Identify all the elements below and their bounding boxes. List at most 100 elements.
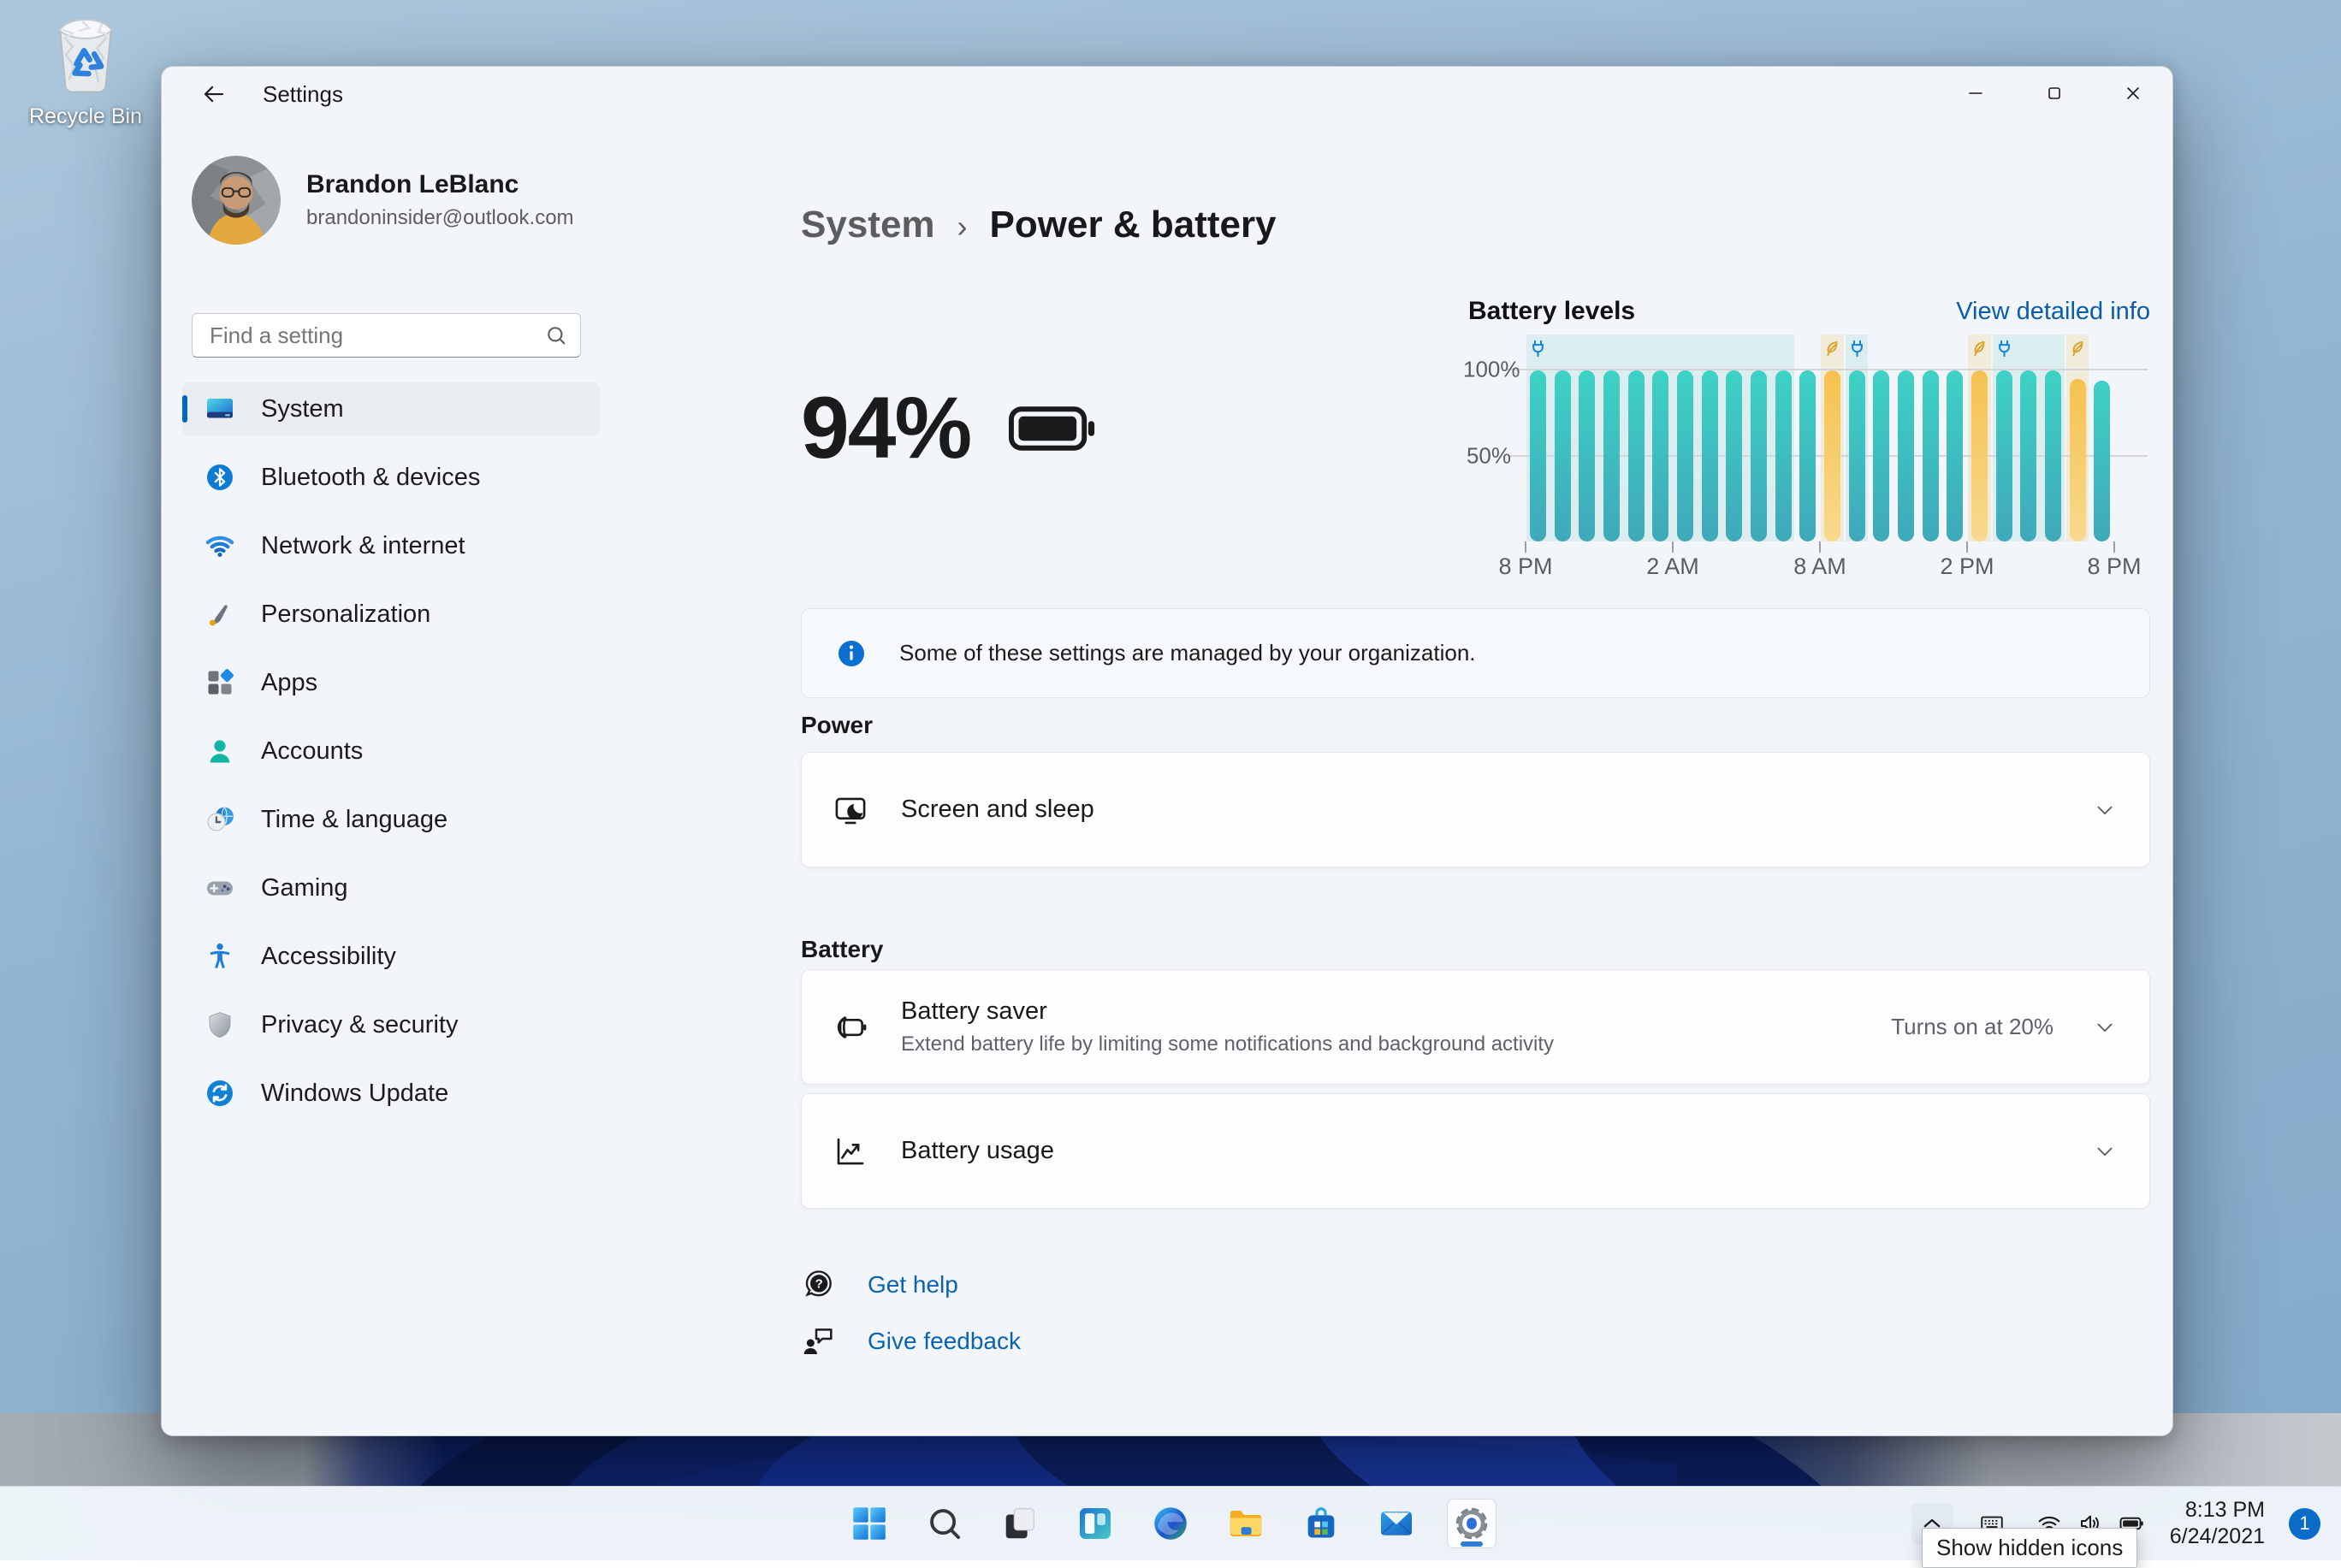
gaming-icon: [204, 873, 235, 903]
bluetooth-icon: [204, 462, 235, 493]
avatar: [192, 156, 281, 245]
card-value: Turns on at 20%: [1891, 1014, 2054, 1039]
sidebar-item-bluetooth-devices[interactable]: Bluetooth & devices: [182, 451, 600, 504]
taskbar-mail-button[interactable]: [1372, 1499, 1421, 1548]
sidebar-item-network-internet[interactable]: Network & internet: [182, 519, 600, 572]
sidebar-item-label: Accounts: [261, 737, 364, 765]
sidebar-item-gaming[interactable]: Gaming: [182, 861, 600, 914]
view-detailed-info-link[interactable]: View detailed info: [1956, 298, 2150, 326]
settings-window: Settings Brandon LeBlanc brandoninsider@…: [161, 66, 2173, 1436]
battery-full-icon: [1008, 402, 1097, 455]
breadcrumb-separator-icon: ›: [957, 209, 968, 244]
taskbar-start-button[interactable]: [845, 1499, 894, 1548]
accessibility-icon: [204, 941, 235, 972]
chevron-down-icon: [2093, 798, 2117, 822]
battery-level-bar: [1971, 370, 1988, 541]
mail-icon: [1377, 1504, 1416, 1543]
battery-saver-card[interactable]: Battery saver Extend battery life by limi…: [801, 969, 2150, 1085]
plug-icon: [1527, 338, 1549, 359]
sidebar-item-windows-update[interactable]: Windows Update: [182, 1067, 600, 1120]
sidebar-item-label: System: [261, 394, 344, 423]
card-label: Screen and sleep: [901, 796, 1094, 823]
breadcrumb-system[interactable]: System: [801, 204, 935, 246]
battery-level-bar: [1701, 370, 1718, 541]
get-help-link[interactable]: ? Get help: [801, 1268, 958, 1302]
maximize-button[interactable]: [2015, 67, 2094, 120]
sidebar-item-accessibility[interactable]: Accessibility: [182, 930, 600, 983]
network-icon: [204, 530, 235, 561]
get-help-icon: ?: [801, 1268, 835, 1302]
screen-sleep-icon: [833, 792, 868, 828]
x-axis-label: 8 PM: [2087, 553, 2142, 579]
settings-search[interactable]: [192, 313, 581, 358]
sidebar-item-system[interactable]: System: [182, 382, 600, 435]
info-icon: [836, 638, 867, 669]
taskbar-search-button[interactable]: [920, 1499, 969, 1548]
leaf-icon: [2067, 338, 2089, 359]
file-explorer-icon: [1226, 1504, 1265, 1543]
sidebar-item-label: Gaming: [261, 873, 348, 902]
personalization-icon: [204, 599, 235, 630]
sidebar-item-apps[interactable]: Apps: [182, 656, 600, 709]
banner-text: Some of these settings are managed by yo…: [899, 640, 1476, 666]
sidebar-item-label: Windows Update: [261, 1079, 449, 1107]
y-axis-label: 50%: [1466, 442, 1511, 469]
x-axis-label: 8 AM: [1793, 553, 1846, 579]
battery-level-bar: [1873, 370, 1890, 541]
chevron-down-icon: [2093, 1139, 2117, 1163]
minimize-icon: [1965, 83, 1986, 104]
x-axis-tick: [1966, 541, 1968, 553]
chevron-down-icon: [2093, 1015, 2117, 1039]
tooltip: Show hidden icons: [1922, 1528, 2138, 1568]
time-language-icon: [204, 804, 235, 835]
battery-usage-card[interactable]: Battery usage: [801, 1093, 2150, 1209]
battery-level-bar: [1799, 370, 1816, 541]
leaf-icon: [1822, 338, 1843, 359]
battery-percent: 94%: [801, 379, 972, 476]
minimize-button[interactable]: [1936, 67, 2015, 120]
screen-and-sleep-card[interactable]: Screen and sleep: [801, 752, 2150, 867]
notification-badge[interactable]: 1: [2289, 1507, 2320, 1540]
sidebar-nav: System Bluetooth & devices Network & inter…: [182, 382, 600, 1135]
taskbar-edge-button[interactable]: [1146, 1499, 1195, 1548]
battery-level-bar: [1627, 370, 1645, 541]
battery-level-bar: [1947, 370, 1964, 541]
sidebar-item-privacy-security[interactable]: Privacy & security: [182, 998, 600, 1051]
sidebar-item-accounts[interactable]: Accounts: [182, 725, 600, 778]
search-icon: [544, 323, 568, 347]
sidebar-item-personalization[interactable]: Personalization: [182, 588, 600, 641]
card-label: Battery usage: [901, 1137, 1054, 1164]
titlebar[interactable]: Settings: [162, 67, 2172, 121]
sidebar-item-time-language[interactable]: Time & language: [182, 793, 600, 846]
selected-indicator: [182, 395, 187, 423]
back-button[interactable]: [194, 74, 234, 114]
recycle-bin-shortcut[interactable]: Recycle Bin: [19, 12, 152, 129]
battery-level-bar: [2094, 381, 2111, 541]
back-arrow-icon: [201, 81, 227, 107]
sidebar-item-label: Time & language: [261, 805, 448, 833]
search-input[interactable]: [208, 321, 544, 350]
battery-level-bar: [2069, 379, 2086, 541]
open-app-indicator: [1461, 1541, 1483, 1547]
battery-level-bar: [1848, 370, 1865, 541]
clock[interactable]: 8:13 PM 6/24/2021: [2170, 1497, 2265, 1551]
battery-level-bar: [1652, 370, 1669, 541]
sidebar-item-label: Privacy & security: [261, 1010, 459, 1038]
taskbar-file-explorer-button[interactable]: [1221, 1499, 1271, 1548]
taskbar-task-view-button[interactable]: [995, 1499, 1045, 1548]
taskbar-settings-button[interactable]: [1447, 1499, 1496, 1548]
x-axis-label: 8 PM: [1498, 553, 1553, 579]
maximize-icon: [2044, 83, 2065, 104]
user-profile[interactable]: Brandon LeBlanc brandoninsider@outlook.c…: [192, 156, 574, 245]
battery-level-bar: [1995, 370, 2012, 541]
chart-plot: 100% 50% 8 PM 2 AM 8 AM 2 PM 8 PM: [1463, 334, 2150, 625]
give-feedback-icon: [801, 1324, 835, 1358]
card-label: Battery saver: [901, 997, 1047, 1025]
task-view-icon: [1000, 1504, 1040, 1543]
taskbar-store-button[interactable]: [1296, 1499, 1346, 1548]
managed-settings-banner: Some of these settings are managed by yo…: [801, 608, 2150, 698]
close-button[interactable]: [2094, 67, 2172, 120]
give-feedback-link[interactable]: Give feedback: [801, 1324, 1021, 1358]
battery-level-bar: [1603, 370, 1620, 541]
taskbar-widgets-button[interactable]: [1070, 1499, 1120, 1548]
